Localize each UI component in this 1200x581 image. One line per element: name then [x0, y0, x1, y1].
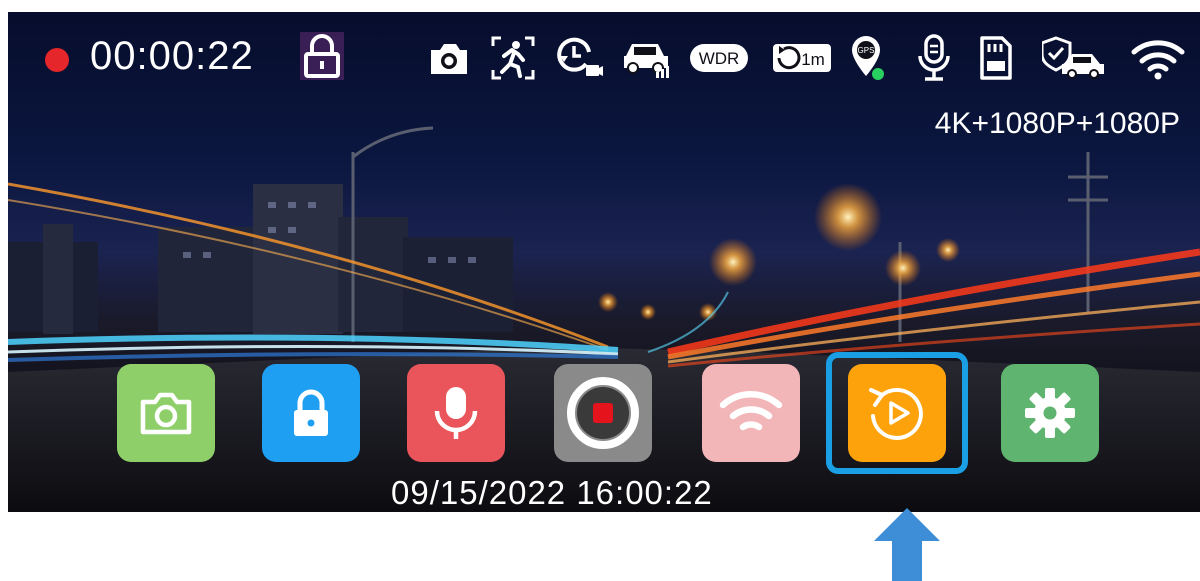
arrow-up-icon	[874, 508, 940, 581]
snapshot-button[interactable]	[117, 364, 215, 462]
camera-icon	[140, 392, 192, 435]
record-button[interactable]	[554, 364, 652, 462]
settings-button[interactable]	[1001, 364, 1099, 462]
date-time-stamp: 09/15/2022 16:00:22	[391, 474, 713, 511]
dashcam-screen: 00:00:22 WDR 1m GPS 4K+1080P+1080P 09/15…	[8, 12, 1200, 512]
microphone-button[interactable]	[407, 364, 505, 462]
lock-icon	[294, 389, 328, 436]
record-icon	[567, 377, 639, 449]
playback-icon	[869, 388, 923, 440]
app-dock	[8, 12, 1200, 512]
playback-button[interactable]	[848, 364, 946, 462]
lock-file-button[interactable]	[262, 364, 360, 462]
gear-icon	[1025, 388, 1075, 438]
wifi-button[interactable]	[702, 364, 800, 462]
microphone-icon	[434, 387, 478, 439]
wifi-icon	[719, 391, 783, 431]
